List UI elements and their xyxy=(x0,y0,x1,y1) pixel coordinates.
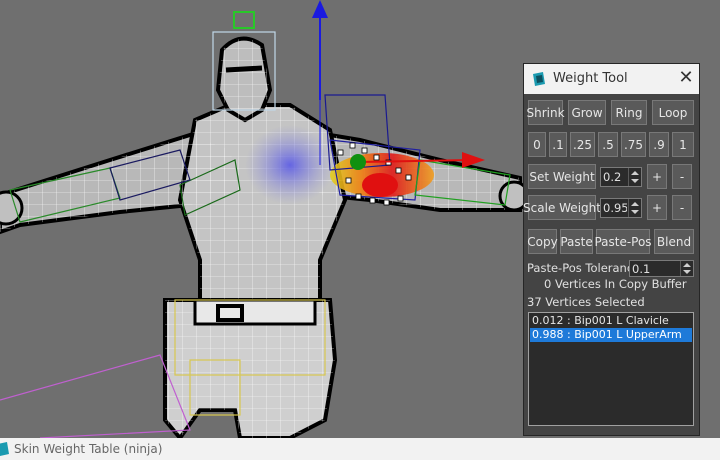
set-weight-minus-button[interactable]: - xyxy=(672,164,692,189)
set-weight-button[interactable]: Set Weight xyxy=(528,164,596,189)
preset-09-button[interactable]: .9 xyxy=(649,132,669,157)
weight-tool-panel: Weight Tool ✕ Shrink Grow Ring Loop 0 .1… xyxy=(523,63,700,436)
grow-button[interactable]: Grow xyxy=(568,100,606,125)
copy-buffer-status: 0 Vertices In Copy Buffer xyxy=(544,277,687,291)
spinner-arrows-icon[interactable] xyxy=(628,199,641,217)
3dsmax-logo-icon xyxy=(0,442,9,456)
set-weight-input[interactable] xyxy=(603,169,627,185)
tolerance-spinner[interactable] xyxy=(629,260,694,277)
tolerance-label: Paste-Pos Tolerance xyxy=(527,261,641,275)
skin-weight-table-window[interactable]: Skin Weight Table (ninja) xyxy=(0,438,720,460)
preset-01-button[interactable]: .1 xyxy=(549,132,567,157)
bone-list-item[interactable]: 0.012 : Bip001 L Clavicle xyxy=(530,314,692,328)
blend-button[interactable]: Blend xyxy=(654,229,694,254)
3dsmax-logo-icon xyxy=(533,72,545,86)
spinner-arrows-icon[interactable] xyxy=(680,261,693,276)
preset-025-button[interactable]: .25 xyxy=(570,132,595,157)
close-icon[interactable]: ✕ xyxy=(676,67,696,89)
weight-tool-title: Weight Tool xyxy=(553,71,628,86)
skin-weight-table-title: Skin Weight Table (ninja) xyxy=(14,442,163,456)
preset-0-button[interactable]: 0 xyxy=(528,132,546,157)
bone-list-item-selected[interactable]: 0.988 : Bip001 L UpperArm xyxy=(530,328,692,342)
preset-05-button[interactable]: .5 xyxy=(598,132,618,157)
loop-button[interactable]: Loop xyxy=(652,100,694,125)
scale-weight-input[interactable] xyxy=(603,200,627,216)
ring-button[interactable]: Ring xyxy=(611,100,647,125)
scale-weight-plus-button[interactable]: + xyxy=(647,195,667,220)
scale-weight-spinner[interactable] xyxy=(600,198,642,218)
preset-1-button[interactable]: 1 xyxy=(672,132,694,157)
shrink-button[interactable]: Shrink xyxy=(526,100,565,125)
bone-weight-list[interactable]: 0.012 : Bip001 L Clavicle 0.988 : Bip001… xyxy=(528,312,694,426)
set-weight-spinner[interactable] xyxy=(600,167,642,187)
scale-weight-button[interactable]: Scale Weight xyxy=(523,195,601,220)
tolerance-input[interactable] xyxy=(632,262,679,276)
paste-pos-button[interactable]: Paste-Pos xyxy=(594,229,652,254)
preset-075-button[interactable]: .75 xyxy=(621,132,646,157)
set-weight-plus-button[interactable]: + xyxy=(647,164,667,189)
scale-weight-minus-button[interactable]: - xyxy=(672,195,692,220)
paste-button[interactable]: Paste xyxy=(560,229,593,254)
spinner-arrows-icon[interactable] xyxy=(628,168,641,186)
weight-tool-titlebar[interactable]: Weight Tool ✕ xyxy=(524,64,699,94)
copy-button[interactable]: Copy xyxy=(527,229,558,254)
vertices-selected-status: 37 Vertices Selected xyxy=(527,295,645,309)
